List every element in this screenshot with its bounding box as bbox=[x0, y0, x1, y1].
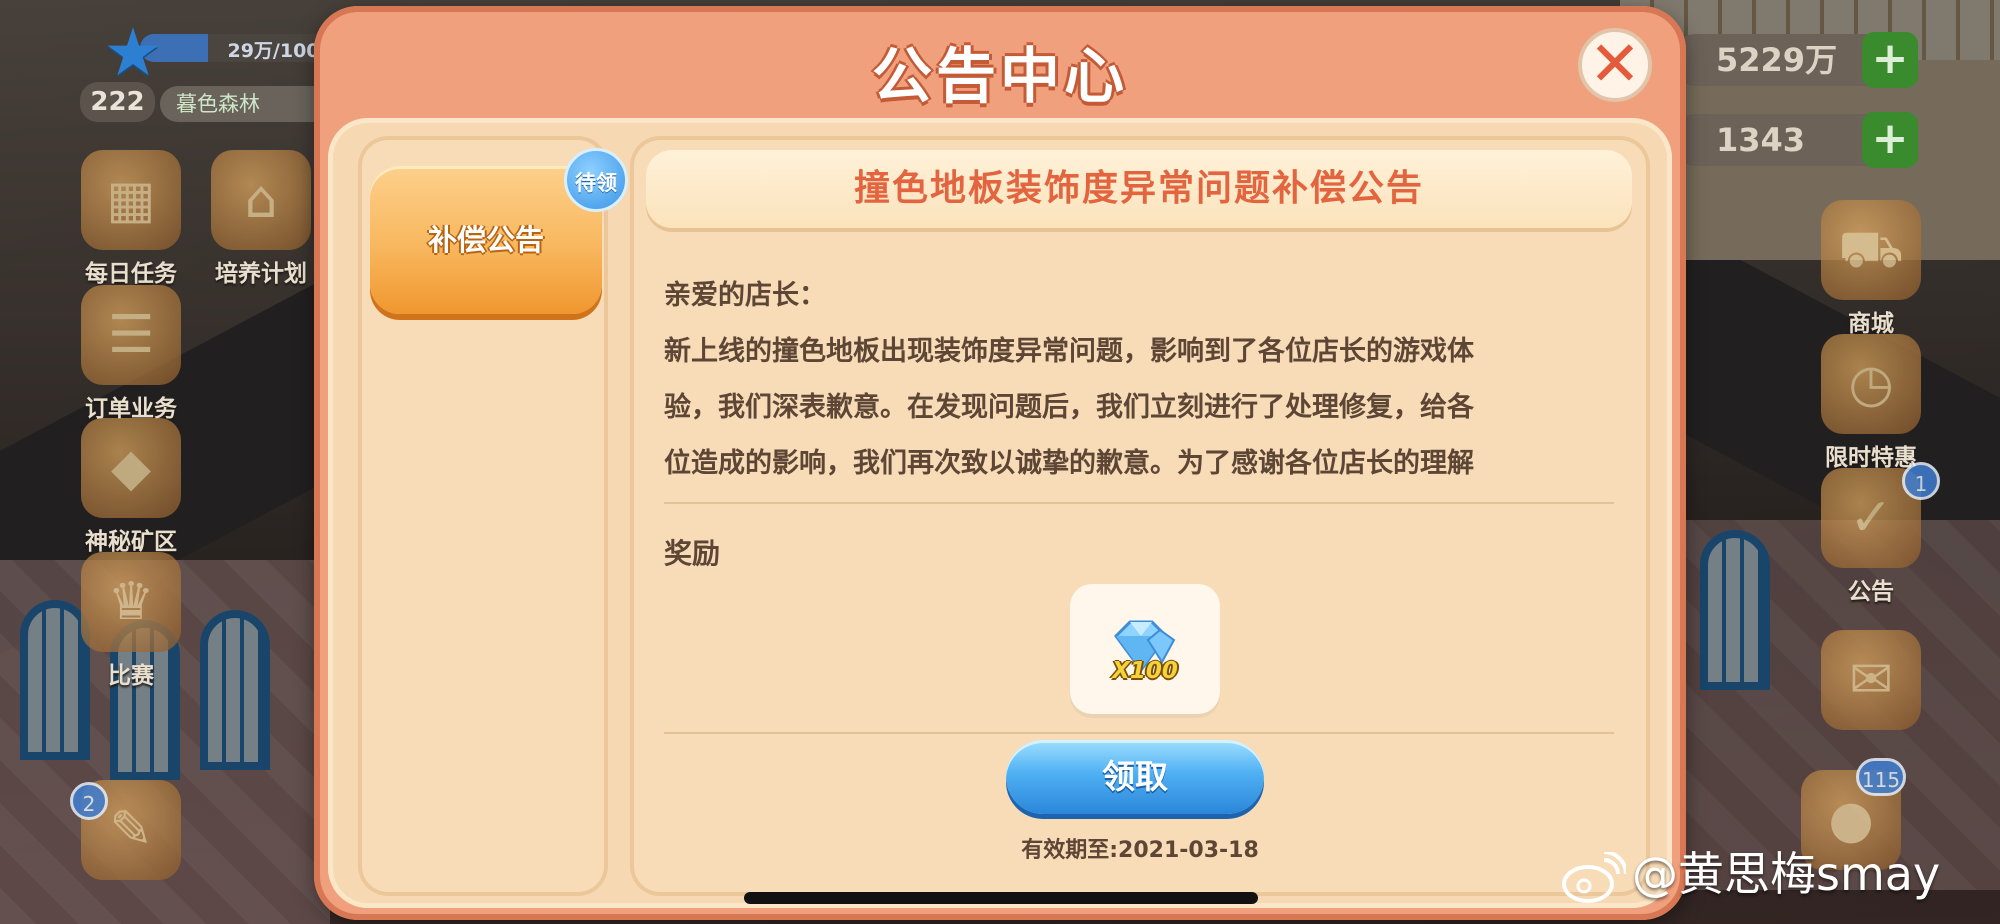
pending-badge: 待领 bbox=[564, 148, 628, 212]
announcement-line: 位造成的影响，我们再次致以诚挚的歉意。为了感谢各位店长的理解 bbox=[664, 448, 1474, 479]
announcement-content: 撞色地板装饰度异常问题补偿公告 亲爱的店长： 新上线的撞色地板出现装饰度异常问题… bbox=[630, 136, 1650, 896]
clock-gift-icon: ◷ bbox=[1821, 334, 1921, 434]
close-button[interactable]: ✕ bbox=[1578, 28, 1652, 102]
expiry-text: 有效期至:2021-03-18 bbox=[1021, 838, 1259, 863]
announcement-line: 新上线的撞色地板出现装饰度异常问题，影响到了各位店长的游戏体 bbox=[664, 336, 1474, 367]
reward-quantity: X100 bbox=[1112, 658, 1178, 684]
close-icon: ✕ bbox=[1589, 27, 1641, 100]
announcement-tab-list: 补偿公告 待领 bbox=[358, 136, 628, 896]
announcement-title: 撞色地板装饰度异常问题补偿公告 bbox=[853, 168, 1424, 209]
weibo-icon bbox=[1562, 851, 1626, 903]
side-item-label: 公告 bbox=[1848, 579, 1894, 605]
add-gems-button[interactable]: + bbox=[1862, 112, 1918, 168]
announcement-greeting: 亲爱的店长： bbox=[664, 280, 826, 311]
reward-label: 奖励 bbox=[664, 537, 721, 570]
side-item-label: 商城 bbox=[1848, 311, 1894, 337]
side-item-chat[interactable]: ✉ bbox=[1806, 630, 1936, 730]
side-item-mine[interactable]: ◆ 神秘矿区 bbox=[66, 418, 196, 556]
modal-title: 公告中心 bbox=[872, 42, 1128, 112]
trophy-icon: ♛ bbox=[81, 552, 181, 652]
mine-icon: ◆ bbox=[81, 418, 181, 518]
tab-compensation[interactable]: 补偿公告 待领 bbox=[370, 148, 628, 314]
divider bbox=[664, 502, 1614, 504]
announcement-text[interactable]: 亲爱的店长： 新上线的撞色地板出现装饰度异常问题，影响到了各位店长的游戏体 验，… bbox=[664, 268, 1614, 492]
reward-item[interactable]: X100 bbox=[1070, 584, 1220, 714]
side-item-label: 培养计划 bbox=[215, 261, 307, 287]
cart-icon: ⛟ bbox=[1821, 200, 1921, 300]
modal-body: 补偿公告 待领 撞色地板装饰度异常问题补偿公告 亲爱的店长： 新上线的撞色地板出… bbox=[328, 118, 1672, 908]
player-level: 222 bbox=[80, 82, 155, 122]
notice-badge: 1 bbox=[1902, 462, 1940, 500]
side-item-label: 神秘矿区 bbox=[85, 529, 177, 555]
add-coins-button[interactable]: + bbox=[1862, 32, 1918, 88]
side-item-label: 比赛 bbox=[108, 663, 154, 689]
claim-button[interactable]: 领取 bbox=[1006, 740, 1264, 814]
side-item-daily-tasks[interactable]: ▦ 每日任务 bbox=[66, 150, 196, 288]
side-item-shop[interactable]: ⛟ 商城 bbox=[1806, 200, 1936, 338]
chat-icon: ✉ bbox=[1821, 630, 1921, 730]
side-item-limited-offer[interactable]: ◷ 限时特惠 bbox=[1806, 334, 1936, 472]
clipboard-icon: ☰ bbox=[81, 285, 181, 385]
notes-badge: 2 bbox=[70, 782, 108, 820]
side-item-label: 每日任务 bbox=[85, 261, 177, 287]
announcement-modal: 公告中心 ✕ 补偿公告 待领 撞色地板装饰度异常问题补偿公告 亲爱的店长： 新上… bbox=[314, 6, 1686, 920]
announcement-title-bar: 撞色地板装饰度异常问题补偿公告 bbox=[646, 150, 1632, 228]
announcement-line: 验，我们深表歉意。在发现问题后，我们立刻进行了处理修复，给各 bbox=[664, 392, 1474, 423]
side-item-contest[interactable]: ♛ 比赛 bbox=[66, 552, 196, 690]
watermark-text: @黄思梅smay bbox=[1632, 847, 1941, 901]
lock-bag-icon: ⌂ bbox=[211, 150, 311, 250]
side-item-orders[interactable]: ☰ 订单业务 bbox=[66, 285, 196, 423]
watermark: @黄思梅smay bbox=[1560, 838, 1940, 904]
home-indicator bbox=[744, 892, 1258, 904]
divider bbox=[664, 732, 1614, 734]
side-item-training-plan[interactable]: ⌂ 培养计划 bbox=[196, 150, 326, 288]
star-icon: ★ bbox=[103, 14, 163, 91]
avatar-badge: 115 bbox=[1856, 758, 1906, 796]
calendar-icon: ▦ bbox=[81, 150, 181, 250]
player-hud: 29万/100万 ★ 222 暮色森林 bbox=[80, 14, 390, 122]
